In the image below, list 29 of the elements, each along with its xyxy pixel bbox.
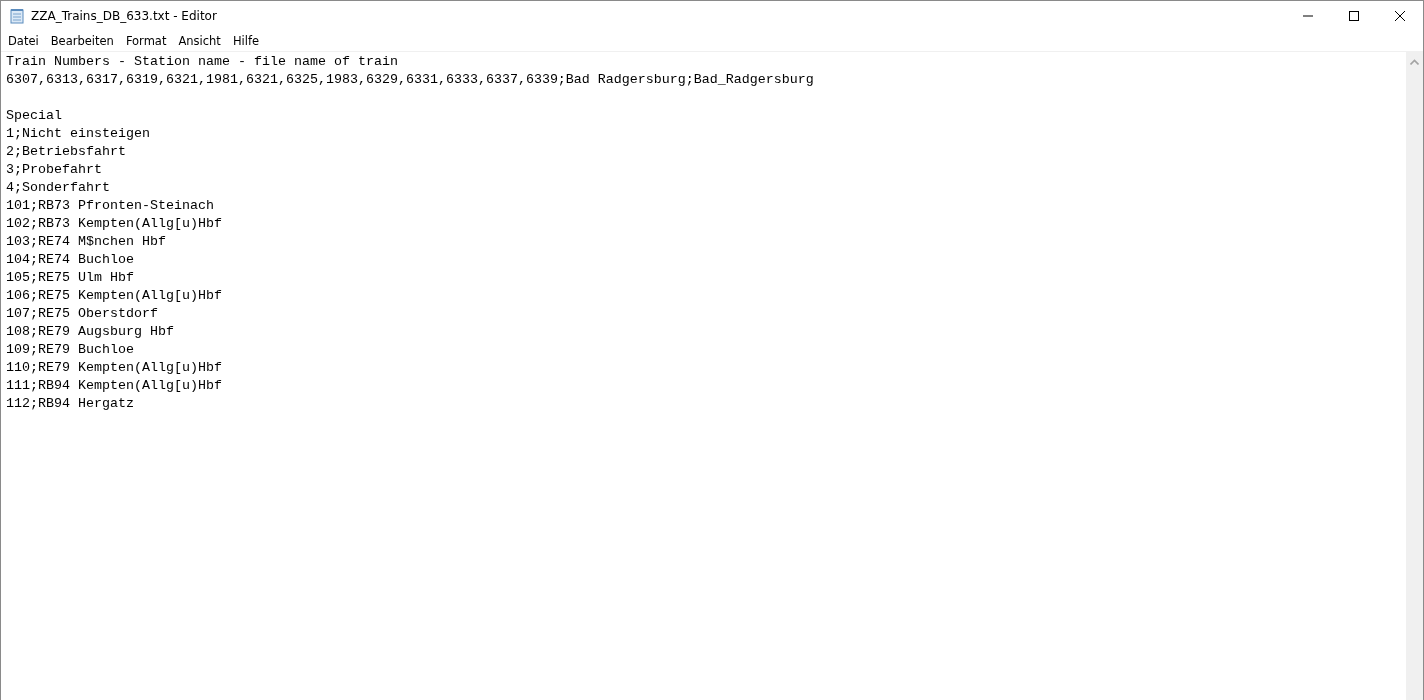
text-line: 3;Probefahrt <box>6 161 102 179</box>
notepad-icon <box>9 8 25 24</box>
text-line: 101;RB73 Pfronten-Steinach <box>6 197 214 215</box>
text-line: Special <box>6 107 62 125</box>
text-line: 103;RE74 M$nchen Hbf <box>6 233 166 251</box>
text-line: Train Numbers - Station name - file name of train <box>6 53 398 71</box>
text-line: 104;RE74 Buchloe <box>6 251 134 269</box>
vertical-scrollbar[interactable] <box>1406 52 1423 700</box>
text-line: 6307,6313,6317,6319,6321,1981,6321,6325,1983,6329,6331,6333,6337,6339;Bad Radgersburg;Bad_Radgersburg <box>6 71 814 89</box>
text-line: 111;RB94 Kempten(Allg[u)Hbf <box>6 377 222 395</box>
window-title: ZZA_Trains_DB_633.txt - Editor <box>31 9 217 23</box>
text-line: 110;RE79 Kempten(Allg[u)Hbf <box>6 359 222 377</box>
menu-item[interactable]: Format <box>119 31 173 51</box>
text-line: 109;RE79 Buchloe <box>6 341 134 359</box>
text-line: 4;Sonderfahrt <box>6 179 110 197</box>
text-line: 107;RE75 Oberstdorf <box>6 305 158 323</box>
text-line: 105;RE75 Ulm Hbf <box>6 269 134 287</box>
menu-item[interactable]: Bearbeiten <box>44 31 120 51</box>
menu-item[interactable]: Datei <box>2 31 45 51</box>
text-line: 1;Nicht einsteigen <box>6 125 150 143</box>
maximize-icon <box>1349 11 1359 21</box>
text-line: 112;RB94 Hergatz <box>6 395 134 413</box>
menu-item[interactable]: Hilfe <box>226 31 266 51</box>
text-line: 106;RE75 Kempten(Allg[u)Hbf <box>6 287 222 305</box>
text-line: 2;Betriebsfahrt <box>6 143 126 161</box>
text-line: 108;RE79 Augsburg Hbf <box>6 323 174 341</box>
text-line: 102;RB73 Kempten(Allg[u)Hbf <box>6 215 222 233</box>
close-icon <box>1395 11 1405 21</box>
menu-item[interactable]: Ansicht <box>172 31 227 51</box>
